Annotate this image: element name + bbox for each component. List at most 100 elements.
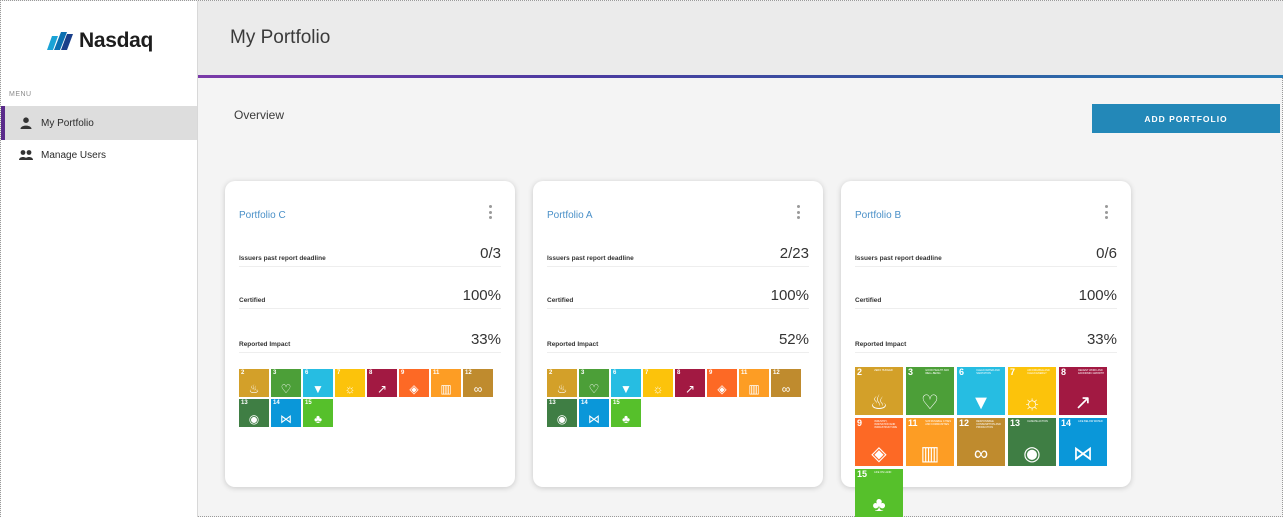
buildings-icon: ▥: [440, 382, 452, 396]
metric-label: Certified: [239, 297, 266, 304]
eye-globe-icon: ◉: [248, 412, 260, 426]
sdg-number: 12: [773, 370, 780, 376]
nasdaq-logo[interactable]: Nasdaq: [45, 29, 153, 53]
sdg-number: 14: [581, 400, 588, 406]
sdg-number: 15: [857, 469, 868, 479]
fish-icon: ⋈: [280, 412, 292, 426]
more-options-icon[interactable]: [1105, 205, 1109, 219]
sdg-number: 15: [613, 400, 620, 406]
metric-row: Reported Impact 33%: [239, 331, 501, 353]
sdg-tile-13: 13 CLIMATE ACTION ◉: [1008, 418, 1056, 466]
sdg-label: ZERO HUNGER: [874, 369, 893, 372]
sdg-tile-3: 3 GOOD HEALTH AND WELL-BEING ♡: [906, 367, 954, 415]
sdg-tile-8: 8 DECENT WORK AND ECONOMIC GROWTH ↗: [1059, 367, 1107, 415]
sdg-tile-7: 7 AFFORDABLE AND CLEAN ENERGY ☼: [1008, 367, 1056, 415]
sdg-label: CLEAN WATER AND SANITATION: [976, 369, 1000, 375]
portfolio-card[interactable]: Portfolio C Issuers past report deadline…: [225, 181, 515, 487]
sdg-number: 11: [741, 370, 748, 376]
metric-row: Reported Impact 52%: [547, 331, 809, 353]
sun-icon: ☼: [652, 382, 664, 396]
metric-label: Issuers past report deadline: [239, 255, 326, 262]
fish-icon: ⋈: [1073, 443, 1093, 465]
sdg-tile-11: 11 ▥: [431, 369, 461, 397]
sdg-number: 6: [305, 370, 309, 376]
page-title: My Portfolio: [230, 27, 331, 48]
growth-chart-icon: ↗: [1074, 392, 1092, 414]
section-title: Overview: [234, 108, 285, 122]
sdg-number: 3: [581, 370, 585, 376]
sdg-tile-11: 11 SUSTAINABLE CITIES AND COMMUNITIES ▥: [906, 418, 954, 466]
cubes-icon: ◈: [717, 382, 727, 396]
portfolio-card[interactable]: Portfolio A Issuers past report deadline…: [533, 181, 823, 487]
more-options-icon[interactable]: [797, 205, 801, 219]
sdg-label: AFFORDABLE AND CLEAN ENERGY: [1027, 369, 1050, 375]
tree-icon: ♣: [872, 494, 886, 516]
metric-row: Certified 100%: [547, 287, 809, 309]
sdg-tile-14: 14 LIFE BELOW WATER ⋈: [1059, 418, 1107, 466]
sdg-label: CLIMATE ACTION: [1027, 420, 1048, 423]
metric-row: Reported Impact 33%: [855, 331, 1117, 353]
sdg-tile-12: 12 ∞: [771, 369, 801, 397]
sdg-label: RESPONSIBLE CONSUMPTION AND PRODUCTION: [976, 420, 1001, 429]
sdg-number: 13: [241, 400, 248, 406]
portfolio-title[interactable]: Portfolio B: [855, 210, 901, 221]
sdg-number: 2: [241, 370, 245, 376]
sdg-tile-9: 9 ◈: [707, 369, 737, 397]
growth-chart-icon: ↗: [376, 382, 388, 396]
sdg-number: 7: [645, 370, 649, 376]
sdg-number: 2: [857, 367, 863, 377]
metric-row: Certified 100%: [239, 287, 501, 309]
sdg-tiles: 2 ♨ 3 ♡ 6 ▼ 7 ☼ 8 ↗ 9 ◈ 11 ▥ 12 ∞ 13 ◉ 14 ⋈ 15 ♣: [239, 369, 499, 429]
metric-value: 100%: [770, 287, 809, 304]
sdg-number: 12: [959, 418, 970, 428]
add-portfolio-button[interactable]: ADD PORTFOLIO: [1092, 104, 1280, 133]
sdg-number: 7: [1010, 367, 1016, 377]
sdg-number: 12: [465, 370, 472, 376]
sdg-tile-13: 13 ◉: [239, 399, 269, 427]
sdg-number: 11: [908, 418, 918, 428]
sdg-tile-8: 8 ↗: [675, 369, 705, 397]
sidebar: Nasdaq MENU My Portfolio Manage Users: [1, 1, 198, 517]
sdg-number: 9: [857, 418, 863, 428]
metric-label: Certified: [855, 297, 882, 304]
portfolio-card[interactable]: Portfolio B Issuers past report deadline…: [841, 181, 1131, 517]
sdg-number: 2: [549, 370, 553, 376]
metric-value: 100%: [462, 287, 501, 304]
tree-icon: ♣: [314, 412, 322, 426]
metric-row: Issuers past report deadline 0/6: [855, 245, 1117, 267]
sdg-number: 14: [273, 400, 280, 406]
sun-icon: ☼: [1022, 392, 1042, 414]
sdg-tile-14: 14 ⋈: [271, 399, 301, 427]
more-options-icon[interactable]: [489, 205, 493, 219]
sidebar-item-label: My Portfolio: [41, 117, 94, 129]
metric-value: 0/6: [1096, 245, 1117, 262]
sidebar-item-manage-users[interactable]: Manage Users: [1, 138, 197, 172]
metric-row: Certified 100%: [855, 287, 1117, 309]
sdg-number: 13: [549, 400, 556, 406]
metric-label: Issuers past report deadline: [855, 255, 942, 262]
cubes-icon: ◈: [409, 382, 419, 396]
sdg-label: DECENT WORK AND ECONOMIC GROWTH: [1078, 369, 1105, 375]
metric-value: 52%: [778, 331, 809, 348]
sun-icon: ☼: [344, 382, 356, 396]
portfolio-title[interactable]: Portfolio C: [239, 210, 286, 221]
sdg-tile-14: 14 ⋈: [579, 399, 609, 427]
header-gradient-divider: [198, 75, 1283, 78]
sdg-number: 3: [273, 370, 277, 376]
infinity-icon: ∞: [781, 382, 791, 396]
sdg-tile-2: 2 ♨: [547, 369, 577, 397]
sdg-label: GOOD HEALTH AND WELL-BEING: [925, 369, 950, 375]
eye-globe-icon: ◉: [1023, 443, 1041, 465]
metric-row: Issuers past report deadline 2/23: [547, 245, 809, 267]
metric-label: Reported Impact: [547, 341, 599, 348]
sdg-number: 8: [369, 370, 373, 376]
user-icon: [20, 117, 32, 129]
sdg-number: 8: [677, 370, 681, 376]
tree-icon: ♣: [622, 412, 630, 426]
sdg-tiles: 2 ZERO HUNGER ♨ 3 GOOD HEALTH AND WELL-BEING…: [855, 367, 1117, 517]
metric-value: 2/23: [779, 245, 809, 262]
eye-globe-icon: ◉: [556, 412, 568, 426]
infinity-icon: ∞: [473, 382, 483, 396]
sidebar-item-my-portfolio[interactable]: My Portfolio: [1, 106, 197, 140]
portfolio-title[interactable]: Portfolio A: [547, 210, 593, 221]
